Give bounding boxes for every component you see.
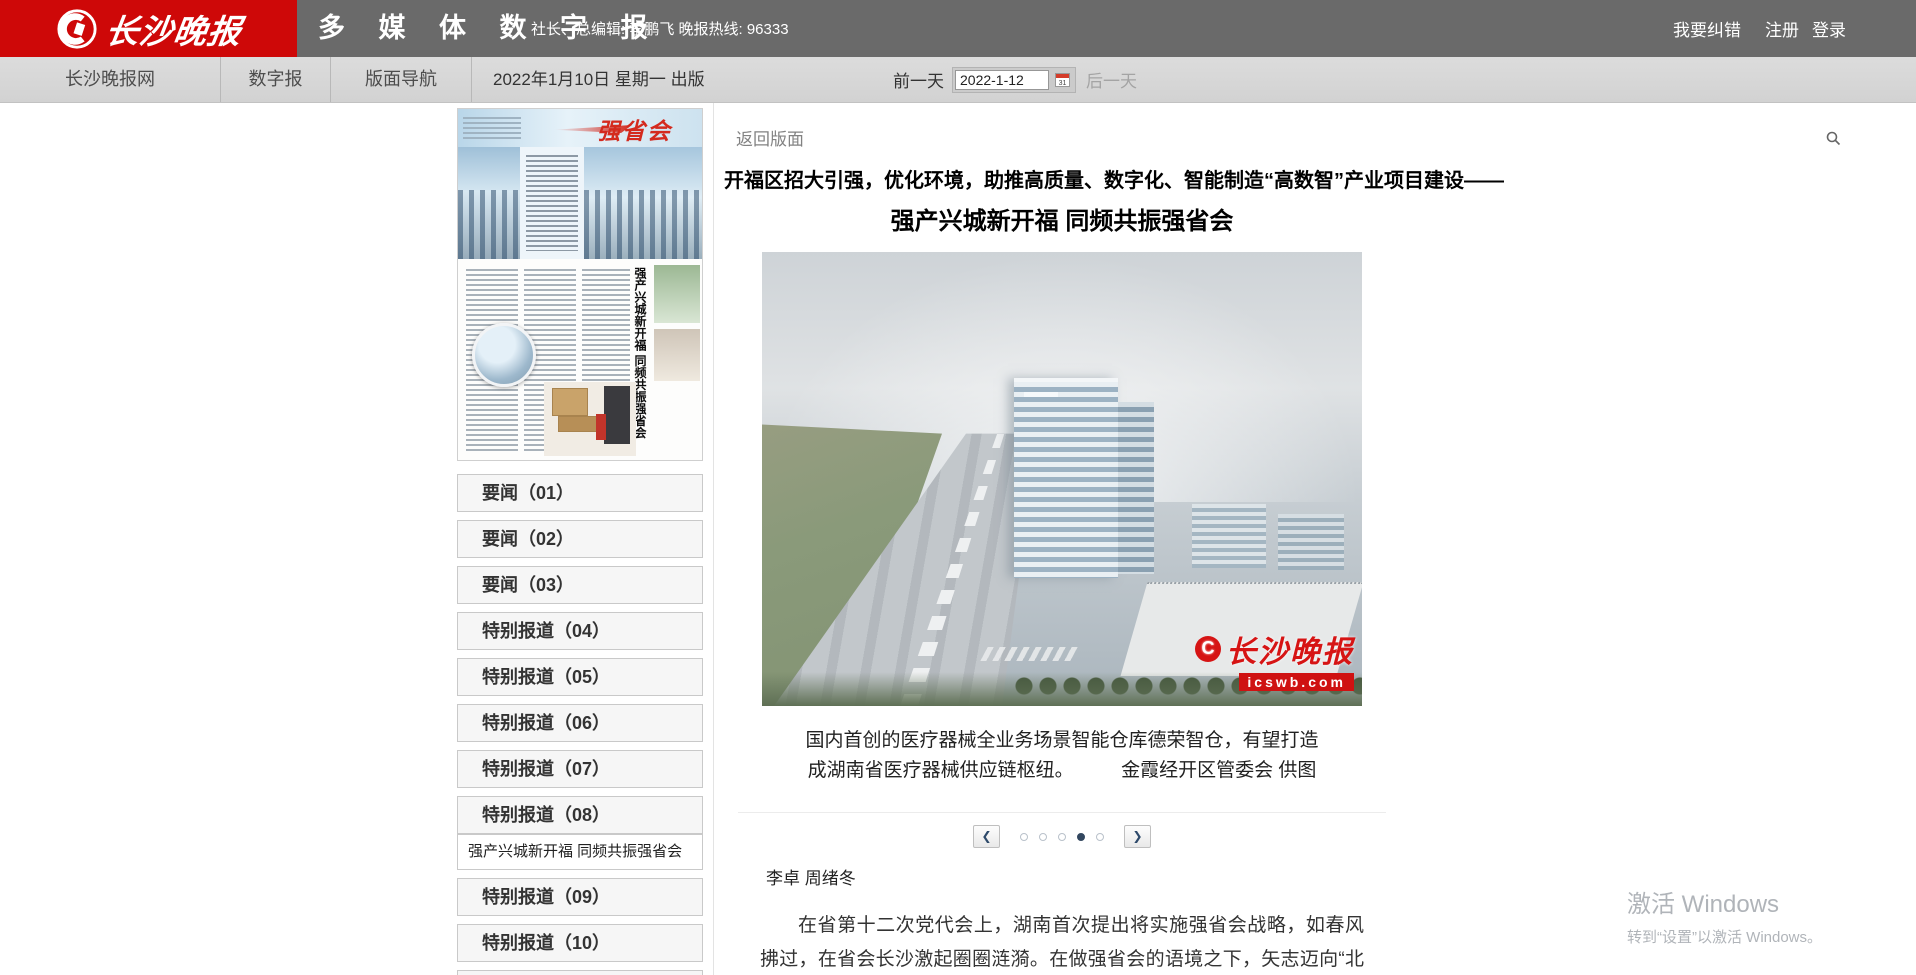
login-link[interactable]: 登录 [1812,16,1846,41]
sidebar-page-link[interactable]: 特别报道（05） [457,658,703,696]
article-photo[interactable]: C 长沙晚报 icswb.com [762,252,1362,706]
photo-caption: 国内首创的医疗器械全业务场景智能仓库德荣智仓，有望打造 成湖南省医疗器械供应链枢… [714,726,1410,786]
calendar-icon[interactable] [1055,73,1070,87]
sidebar-page-link[interactable]: 特别报道（08） [457,796,703,834]
date-picker-widget [952,67,1076,93]
article-panel: 返回版面 开福区招大引强，优化环境，助推高质量、数字化、智能制造“高数智”产业项… [713,103,1410,975]
newspaper-logo[interactable]: 长沙晚报 [0,0,297,57]
sidebar-page-link[interactable]: 特别报道（10） [457,924,703,962]
date-input[interactable] [955,70,1049,90]
article-body: 在省第十二次党代会上，湖南首次提出将实施强省会战略，如春风拂过，在省会长沙激起圈… [714,909,1410,975]
page-list: 要闻（01） 要闻（02） 要闻（03） 特别报道（04） 特别报道（05） 特别报道（0… [457,474,703,975]
article-title: 强产兴城新开福 同频共振强省会 [714,201,1410,236]
divider [738,812,1386,813]
pager-dot[interactable] [1058,833,1066,841]
pager-dot[interactable] [1077,833,1085,841]
pager-dots [1020,833,1104,841]
sidebar-page-link[interactable]: 特别报道（04） [457,612,703,650]
thumbnail-circle-photo [472,323,536,387]
thumbnail-photo [458,147,520,259]
office-tower [1014,378,1118,578]
thumbnail-photo [584,147,702,259]
changsha-evening-news-logo-icon [56,8,98,50]
pager-dot[interactable] [1039,833,1047,841]
pager-dot[interactable] [1020,833,1028,841]
date-navigation: 前一天 后一天 [893,57,1137,102]
sidebar-page-link-clipped [457,970,703,975]
report-error-link[interactable]: 我要纠错 [1673,16,1741,41]
sidebar-article-link[interactable]: 强产兴城新开福 同频共振强省会 [457,834,703,870]
pager-next-button[interactable]: ❯ [1124,825,1151,848]
pager-prev-button[interactable]: ❮ [973,825,1000,848]
thumbnail-banner-title: 强省会 [597,112,672,146]
nav-bar: 长沙晚报网 数字报 版面导航 2022年1月10日 星期一 出版 前一天 后一天 [0,57,1916,103]
next-day-link[interactable]: 后一天 [1086,67,1137,92]
sidebar-page-link[interactable]: 特别报道（06） [457,704,703,742]
nav-tabs: 长沙晚报网 数字报 版面导航 [0,57,472,102]
watermark-brand: 长沙晚报 [1226,627,1354,671]
article-kicker: 开福区招大引强，优化环境，助推高质量、数字化、智能制造“高数智”产业项目建设—— [724,164,1400,193]
photo-watermark: C 长沙晚报 icswb.com [1195,627,1354,692]
watermark-logo-icon: C [1195,636,1221,662]
thumbnail-banner: 强省会 [458,109,702,147]
article-paragraph: 在省第十二次党代会上，湖南首次提出将实施强省会战略，如春风拂过，在省会长沙激起圈… [760,909,1364,975]
windows-activation-watermark: 激活 Windows 转到“设置”以激活 Windows。 [1627,884,1822,947]
sidebar-page-link[interactable]: 要闻（02） [457,520,703,558]
search-icon[interactable] [1825,130,1841,146]
logo-text: 长沙晚报 [103,5,246,53]
pager-dot[interactable] [1096,833,1104,841]
sidebar-page-link[interactable]: 特别报道（07） [457,750,703,788]
register-link[interactable]: 注册 [1765,16,1799,41]
thumbnail-warehouse-photo [544,382,636,456]
article-authors: 李卓 周绪冬 [766,864,1410,889]
publish-date: 2022年1月10日 星期一 出版 [493,57,705,102]
prev-day-link[interactable]: 前一天 [893,67,944,92]
sidebar-page-link[interactable]: 特别报道（09） [457,878,703,916]
tab-digital-paper[interactable]: 数字报 [221,57,331,102]
page: 长沙晚报 多 媒 体 数 字 报 社长、总编辑: 李鹏飞 晚报热线: 96333… [0,0,1916,975]
masthead-info: 社长、总编辑: 李鹏飞 晚报热线: 96333 [531,0,789,57]
watermark-domain: icswb.com [1239,673,1354,691]
search-box [1626,125,1849,150]
back-to-page-link[interactable]: 返回版面 [736,125,804,150]
page-thumbnail[interactable]: 强省会 强产兴城新开福 同频共振强省会 [457,108,703,461]
sidebar-page-link[interactable]: 要闻（03） [457,566,703,604]
photo-pager: ❮ ❯ [714,825,1410,848]
search-input[interactable] [1626,130,1825,146]
tab-newspaper-site[interactable]: 长沙晚报网 [0,57,221,102]
sidebar: 强省会 强产兴城新开福 同频共振强省会 要闻（01） 要闻（02） 要闻（03） [457,108,703,975]
sidebar-page-link[interactable]: 要闻（01） [457,474,703,512]
top-header-bar: 长沙晚报 多 媒 体 数 字 报 社长、总编辑: 李鹏飞 晚报热线: 96333… [0,0,1916,57]
topbar-links: 我要纠错 注册 登录 [1673,0,1846,57]
tab-page-navigation[interactable]: 版面导航 [331,57,472,102]
